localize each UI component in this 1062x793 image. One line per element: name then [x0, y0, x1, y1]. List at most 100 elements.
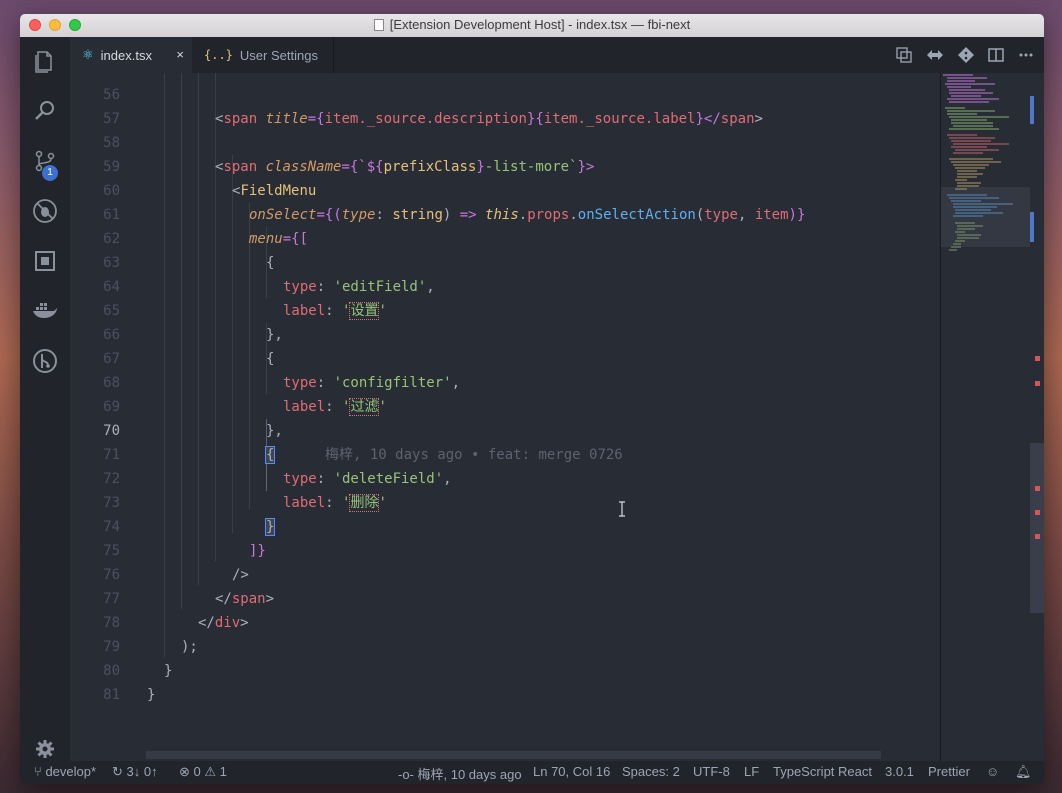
code-line: 62 {	[70, 203, 274, 271]
code-line: 59 <FieldMenu	[70, 131, 316, 199]
editor-actions	[896, 37, 1034, 73]
extensions-icon[interactable]	[20, 241, 70, 281]
source-control-badge: 1	[42, 165, 58, 181]
debug-icon[interactable]	[20, 191, 70, 231]
blame-label: 梅梓, 10 days ago	[417, 767, 522, 782]
tab-bar: ⚛ index.tsx × {..} User Settings	[70, 37, 1044, 73]
code-line: 76 </span>	[70, 539, 274, 607]
error-marker	[1035, 534, 1040, 539]
code-line: 60 onSelect={(type: string) => this.prop…	[70, 155, 805, 223]
code-line: 75 />	[70, 515, 249, 583]
blame-status[interactable]: -o- 梅梓, 10 days ago	[398, 764, 522, 783]
more-actions-icon[interactable]	[1018, 47, 1034, 63]
branch-label: develop*	[45, 764, 97, 779]
split-editor-icon[interactable]	[988, 47, 1004, 63]
code-line: 71 type: 'deleteField',	[70, 419, 451, 487]
code-line: 66 {	[70, 299, 274, 367]
error-marker	[1035, 381, 1040, 386]
error-icon: ⊗	[179, 764, 190, 779]
git-compare-icon[interactable]	[926, 47, 944, 63]
language-mode[interactable]: TypeScript React	[773, 764, 872, 779]
code-line: 56 <span title={item._source.description…	[70, 73, 763, 127]
code-line: 81	[70, 659, 137, 703]
code-line: 77 </div>	[70, 563, 248, 631]
code-lines: 56 <span title={item._source.description…	[70, 73, 805, 703]
commit-icon: -o-	[398, 767, 414, 782]
ts-version[interactable]: 3.0.1	[885, 764, 914, 779]
react-icon: ⚛	[82, 47, 94, 62]
formatter[interactable]: Prettier	[928, 764, 970, 779]
horizontal-scrollbar[interactable]	[146, 751, 881, 759]
code-line: 64 label: '设置'	[70, 251, 387, 320]
matched-bracket: }	[264, 518, 276, 536]
encoding[interactable]: UTF-8	[693, 764, 730, 779]
scrollbar-thumb[interactable]	[1030, 443, 1044, 613]
search-icon[interactable]	[20, 91, 70, 131]
indentation[interactable]: Spaces: 2	[622, 764, 680, 779]
git-icon[interactable]	[958, 47, 974, 63]
error-marker	[1035, 510, 1040, 515]
code-line: 65 },	[70, 275, 283, 343]
gitlens-icon[interactable]	[20, 341, 70, 381]
vertical-scrollbar[interactable]	[1030, 73, 1044, 761]
indent-guide	[181, 73, 182, 609]
error-marker	[1035, 486, 1040, 491]
status-bar: ⑂ develop* ↻ 3↓ 0↑ ⊗ 0 ⚠ 1 -o- 梅梓, 10 da…	[20, 761, 1044, 784]
indent-guide	[164, 73, 165, 657]
code-line: 79 }	[70, 611, 172, 679]
code-line: 67 type: 'configfilter',	[70, 323, 460, 391]
docker-icon[interactable]	[20, 291, 70, 331]
problems-status[interactable]: ⊗ 0 ⚠ 1	[179, 764, 227, 780]
source-control-icon[interactable]: 1	[20, 141, 70, 181]
change-marker	[1030, 96, 1034, 124]
tab-label: index.tsx	[100, 47, 152, 63]
inline-blame: 梅梓, 10 days ago • feat: merge 0726	[325, 447, 623, 463]
end-of-line[interactable]: LF	[744, 764, 759, 779]
open-changes-icon[interactable]	[896, 47, 912, 63]
vscode-window: [Extension Development Host] - index.tsx…	[20, 14, 1044, 784]
warning-icon: ⚠	[204, 764, 217, 779]
warning-count: 1	[219, 764, 227, 779]
indent-guide	[215, 73, 216, 561]
code-line: 68 label: '过滤'	[70, 347, 387, 416]
activity-bar: 1	[20, 37, 70, 761]
code-line: 57	[70, 83, 137, 127]
tab-label: User Settings	[239, 47, 318, 63]
title-bar: [Extension Development Host] - index.tsx…	[20, 14, 1044, 38]
code-line-active: 70 { 梅梓, 10 days ago • feat: merge 0726	[70, 395, 623, 464]
code-line: 69 },	[70, 371, 283, 439]
window-title: [Extension Development Host] - index.tsx…	[20, 17, 1044, 32]
code-editor[interactable]: 56 <span title={item._source.description…	[70, 73, 942, 761]
close-icon[interactable]: ×	[176, 47, 184, 62]
git-branch[interactable]: ⑂ develop*	[34, 764, 96, 779]
code-line: 61 menu={[	[70, 179, 308, 247]
code-line: 58 <span className={`${prefixClass}-list…	[70, 107, 594, 175]
tab-index-tsx[interactable]: ⚛ index.tsx ×	[70, 37, 192, 73]
sync-icon: ↻	[112, 764, 123, 779]
feedback-icon[interactable]: ☺	[986, 764, 999, 779]
tab-user-settings[interactable]: {..} User Settings	[192, 37, 334, 73]
sync-label: 3↓ 0↑	[126, 764, 158, 779]
braces-icon: {..}	[204, 48, 233, 62]
indent-guide	[198, 73, 199, 585]
code-line: 73 }	[70, 467, 276, 536]
code-line: 72 label: '删除'	[70, 443, 387, 512]
explorer-icon[interactable]	[20, 41, 70, 81]
code-line: 80 }	[70, 635, 155, 703]
window-title-text: [Extension Development Host] - index.tsx…	[389, 17, 691, 32]
file-icon	[373, 19, 384, 31]
text-cursor-icon	[619, 501, 625, 517]
cursor-position[interactable]: Ln 70, Col 16	[533, 764, 610, 779]
branch-icon: ⑂	[34, 764, 42, 779]
line-number: 81	[103, 687, 120, 703]
indent-guide	[232, 155, 233, 533]
code-line: 63 type: 'editField',	[70, 227, 435, 295]
error-marker	[1035, 356, 1040, 361]
sync-status[interactable]: ↻ 3↓ 0↑	[112, 764, 158, 780]
minimap[interactable]	[940, 73, 1031, 761]
minimap-preview	[941, 74, 1031, 251]
error-count: 0	[193, 764, 201, 779]
code-line: 78 );	[70, 587, 198, 655]
code-line: 74 ]}	[70, 491, 266, 559]
notifications-icon[interactable]: 🔔︎	[1015, 764, 1032, 780]
